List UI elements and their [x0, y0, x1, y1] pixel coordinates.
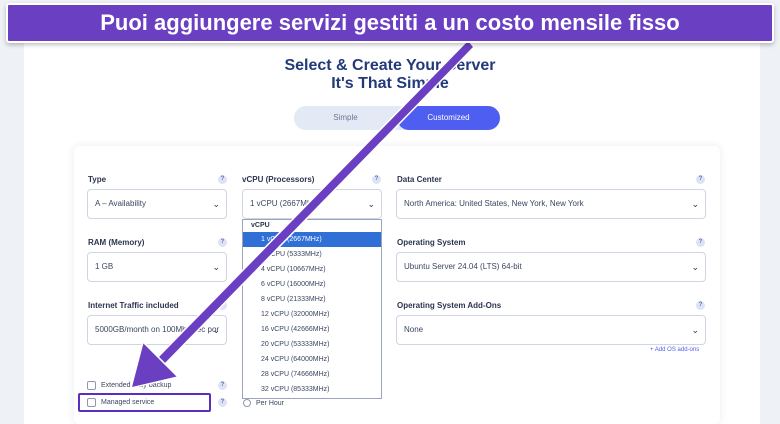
vcpu-option[interactable]: 12 vCPU (32000MHz) — [243, 307, 381, 322]
help-icon[interactable]: ? — [696, 238, 705, 247]
chevron-down-icon: ⌄ — [212, 325, 220, 335]
ram-select[interactable]: 1 GB ⌄ — [87, 252, 227, 282]
annotation-banner: Puoi aggiungere servizi gestiti a un cos… — [6, 3, 774, 43]
vcpu-option[interactable]: 4 vCPU (10667MHz) — [243, 262, 381, 277]
chevron-down-icon: ⌄ — [691, 262, 699, 272]
help-icon[interactable]: ? — [696, 301, 705, 310]
per-hour-label: Per Hour — [256, 400, 285, 407]
help-icon[interactable]: ? — [218, 301, 227, 310]
data-center-value: North America: United States, New York, … — [404, 199, 584, 208]
traffic-label: Internet Traffic included — [88, 301, 179, 310]
type-value: A – Availability — [95, 199, 146, 208]
help-icon[interactable]: ? — [218, 175, 227, 184]
help-icon[interactable]: ? — [218, 381, 227, 390]
ram-value: 1 GB — [95, 262, 114, 271]
add-os-addons-link[interactable]: + Add OS add-ons — [650, 347, 699, 353]
vcpu-option[interactable]: 32 vCPU (85333MHz) — [243, 382, 381, 397]
traffic-value: 5000GB/month on 100Mbit/sec por — [95, 325, 220, 334]
chevron-down-icon: ⌄ — [212, 262, 220, 272]
chevron-down-icon: ⌄ — [691, 199, 699, 209]
tab-customized[interactable]: Customized — [397, 106, 500, 130]
data-center-select[interactable]: North America: United States, New York, … — [396, 189, 706, 219]
help-icon[interactable]: ? — [218, 238, 227, 247]
tab-simple[interactable]: Simple — [294, 106, 397, 130]
chevron-down-icon: ⌄ — [367, 199, 375, 209]
os-select[interactable]: Ubuntu Server 24.04 (LTS) 64-bit ⌄ — [396, 252, 706, 282]
vcpu-option[interactable]: 8 vCPU (21333MHz) — [243, 292, 381, 307]
ram-label: RAM (Memory) — [88, 238, 145, 247]
per-hour-radio[interactable] — [243, 399, 251, 407]
vcpu-value: 1 vCPU (2667MHz) — [250, 199, 320, 208]
traffic-select[interactable]: 5000GB/month on 100Mbit/sec por ⌄ — [87, 315, 227, 345]
extended-backup-label: Extended daily backup — [101, 382, 172, 389]
vcpu-option[interactable]: 6 vCPU (16000MHz) — [243, 277, 381, 292]
managed-service-highlight — [78, 393, 211, 412]
page-title-line2: It's That Simple — [331, 75, 449, 92]
page-title-line1: Select & Create Your Server — [284, 57, 496, 74]
vcpu-option[interactable]: 20 vCPU (53333MHz) — [243, 337, 381, 352]
chevron-down-icon: ⌄ — [691, 325, 699, 335]
vcpu-option[interactable]: 2 vCPU (5333MHz) — [243, 247, 381, 262]
os-addons-select[interactable]: None ⌄ — [396, 315, 706, 345]
help-icon[interactable]: ? — [696, 175, 705, 184]
vcpu-option[interactable]: 28 vCPU (74666MHz) — [243, 367, 381, 382]
vcpu-option[interactable]: 16 vCPU (42666MHz) — [243, 322, 381, 337]
vcpu-select[interactable]: 1 vCPU (2667MHz) ⌄ — [242, 189, 382, 219]
vcpu-dropdown-list: vCPU 1 vCPU (2667MHz) 2 vCPU (5333MHz) 4… — [242, 219, 382, 399]
type-select[interactable]: A – Availability ⌄ — [87, 189, 227, 219]
help-icon[interactable]: ? — [372, 175, 381, 184]
help-icon[interactable]: ? — [218, 398, 227, 407]
vcpu-option[interactable]: 24 vCPU (64000MHz) — [243, 352, 381, 367]
vcpu-label: vCPU (Processors) — [242, 175, 315, 184]
chevron-down-icon: ⌄ — [212, 199, 220, 209]
os-label: Operating System — [397, 238, 466, 247]
data-center-label: Data Center — [397, 175, 442, 184]
vcpu-option[interactable]: 1 vCPU (2667MHz) — [243, 232, 381, 247]
mode-toggle: Simple Customized — [294, 106, 500, 130]
vcpu-dropdown-header: vCPU — [251, 222, 270, 229]
os-addons-label: Operating System Add-Ons — [397, 301, 502, 310]
type-label: Type — [88, 175, 107, 184]
extended-backup-checkbox[interactable] — [87, 381, 96, 390]
os-addons-value: None — [404, 325, 424, 334]
os-value: Ubuntu Server 24.04 (LTS) 64-bit — [404, 262, 522, 271]
